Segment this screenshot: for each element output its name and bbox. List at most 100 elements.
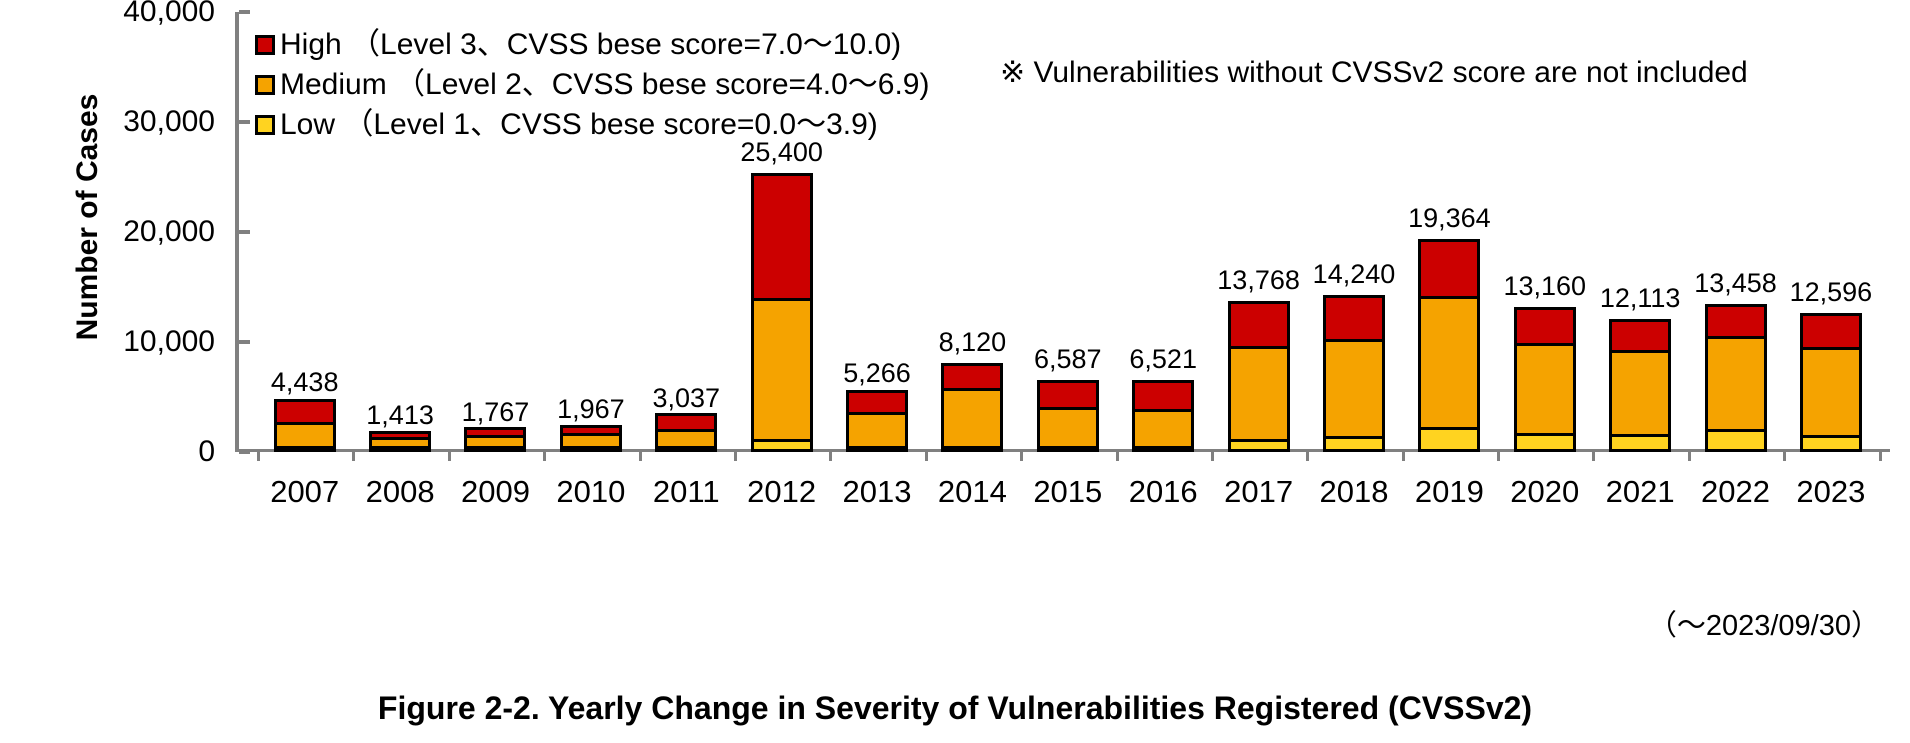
bar-segment-low[interactable]	[655, 446, 718, 452]
bar-segment-high[interactable]	[1609, 318, 1672, 351]
legend-swatch-icon	[255, 75, 275, 95]
bar-segment-high[interactable]	[1799, 313, 1862, 347]
bar-group[interactable]	[1418, 239, 1481, 452]
bar-segment-high[interactable]	[846, 390, 909, 412]
bar-segment-low[interactable]	[1704, 429, 1767, 452]
bar-segment-medium[interactable]	[1799, 346, 1862, 435]
bar-segment-medium[interactable]	[655, 428, 718, 446]
bar-group[interactable]	[1513, 307, 1576, 452]
bar-segment-low[interactable]	[941, 445, 1004, 452]
bar-segment-low[interactable]	[464, 446, 527, 452]
x-tick-mark	[1687, 452, 1691, 461]
y-tick-label: 0	[198, 435, 215, 468]
x-tick-mark	[1020, 452, 1024, 461]
bar-segment-medium[interactable]	[1322, 338, 1385, 437]
bar-segment-medium[interactable]	[1132, 408, 1195, 446]
bar-segment-high[interactable]	[1227, 300, 1290, 346]
bar-segment-high[interactable]	[941, 362, 1004, 388]
bar-group[interactable]	[1036, 379, 1099, 452]
x-tick-mark	[1306, 452, 1310, 461]
bar-segment-low[interactable]	[1227, 439, 1290, 452]
bar-value-label: 12,596	[1789, 277, 1873, 308]
bar-segment-high[interactable]	[1036, 379, 1099, 407]
x-tick-mark	[1783, 452, 1787, 461]
bar-segment-low[interactable]	[1609, 433, 1672, 452]
bar-segment-medium[interactable]	[846, 411, 909, 446]
legend-item[interactable]: Medium （Level 2、CVSS bese score=4.0～6.9)	[255, 65, 929, 105]
bar-segment-medium[interactable]	[1227, 345, 1290, 440]
legend-item[interactable]: High （Level 3、CVSS bese score=7.0～10.0)	[255, 25, 901, 65]
bar-segment-low[interactable]	[1418, 427, 1481, 452]
bar-segment-medium[interactable]	[1036, 406, 1099, 446]
bar-segment-medium[interactable]	[1418, 296, 1481, 428]
bar-segment-low[interactable]	[273, 446, 336, 452]
bar-segment-high[interactable]	[1132, 380, 1195, 409]
bar-segment-low[interactable]	[750, 439, 813, 452]
bar-segment-low[interactable]	[559, 446, 622, 452]
x-tick-label: 2012	[747, 474, 817, 509]
bar-segment-low[interactable]	[1036, 445, 1099, 452]
bar-group[interactable]	[846, 390, 909, 452]
x-tick-label: 2010	[556, 474, 626, 509]
bar-segment-high[interactable]	[273, 398, 336, 423]
x-tick-mark	[543, 452, 547, 461]
bar-group[interactable]	[369, 430, 432, 452]
bar-segment-medium[interactable]	[464, 434, 527, 446]
bar-segment-low[interactable]	[1322, 436, 1385, 452]
bar-segment-medium[interactable]	[559, 433, 622, 446]
x-tick-mark	[1497, 452, 1501, 461]
x-tick-label: 2023	[1796, 474, 1866, 509]
y-tick-mark	[239, 340, 250, 344]
bar-value-label: 5,266	[843, 358, 911, 389]
legend-item[interactable]: Low （Level 1、CVSS bese score=0.0～3.9)	[255, 105, 895, 145]
bar-segment-low[interactable]	[1513, 432, 1576, 452]
bar-segment-medium[interactable]	[1513, 343, 1576, 433]
bar-segment-low[interactable]	[1799, 434, 1862, 452]
bar-segment-medium[interactable]	[369, 437, 432, 446]
bar-segment-high[interactable]	[559, 424, 622, 434]
bar-segment-medium[interactable]	[750, 298, 813, 440]
bar-group[interactable]	[1799, 313, 1862, 452]
bar-group[interactable]	[1132, 380, 1195, 452]
bar-group[interactable]	[464, 427, 527, 452]
bar-segment-low[interactable]	[846, 446, 909, 452]
x-tick-label: 2008	[365, 474, 435, 509]
x-tick-mark	[638, 452, 642, 461]
bar-segment-high[interactable]	[1704, 303, 1767, 336]
x-tick-label: 2020	[1510, 474, 1580, 509]
x-tick-label: 2009	[460, 474, 530, 509]
bar-group[interactable]	[750, 172, 813, 452]
legend-label: Medium （Level 2、CVSS bese score=4.0～6.9)	[280, 68, 930, 101]
bar-segment-high[interactable]	[1418, 239, 1481, 297]
bar-group[interactable]	[559, 424, 622, 452]
bar-segment-medium[interactable]	[1609, 350, 1672, 434]
x-tick-mark	[447, 452, 451, 461]
bar-segment-medium[interactable]	[941, 387, 1004, 446]
bar-segment-high[interactable]	[1513, 307, 1576, 344]
x-tick-mark	[733, 452, 737, 461]
bar-group[interactable]	[1704, 303, 1767, 452]
bar-segment-high[interactable]	[1322, 295, 1385, 339]
bar-group[interactable]	[1227, 300, 1290, 452]
bar-segment-low[interactable]	[1132, 445, 1195, 452]
bar-value-label: 12,113	[1599, 282, 1681, 313]
bar-group[interactable]	[941, 362, 1004, 452]
bar-segment-medium[interactable]	[1704, 335, 1767, 430]
y-tick-label: 30,000	[123, 105, 215, 138]
x-tick-mark	[257, 452, 260, 461]
bar-segment-high[interactable]	[464, 427, 527, 435]
x-tick-label: 2021	[1605, 474, 1675, 509]
bar-segment-low[interactable]	[369, 446, 432, 452]
date-range-footnote: （～2023/09/30）	[1647, 610, 1880, 642]
bar-group[interactable]	[1609, 318, 1672, 452]
bar-group[interactable]	[655, 413, 718, 452]
chart-note: ※ Vulnerabilities without CVSSv2 score a…	[1000, 56, 1748, 89]
bar-segment-high[interactable]	[750, 172, 813, 299]
bar-segment-medium[interactable]	[273, 422, 336, 446]
figure-caption: Figure 2-2. Yearly Change in Severity of…	[377, 690, 1533, 726]
y-tick-mark	[239, 10, 250, 14]
bar-group[interactable]	[273, 398, 336, 452]
bar-segment-high[interactable]	[655, 413, 718, 429]
y-axis-tick-labels: 40,000 30,000 20,000 10,000 0	[65, 0, 215, 467]
bar-group[interactable]	[1322, 295, 1385, 452]
